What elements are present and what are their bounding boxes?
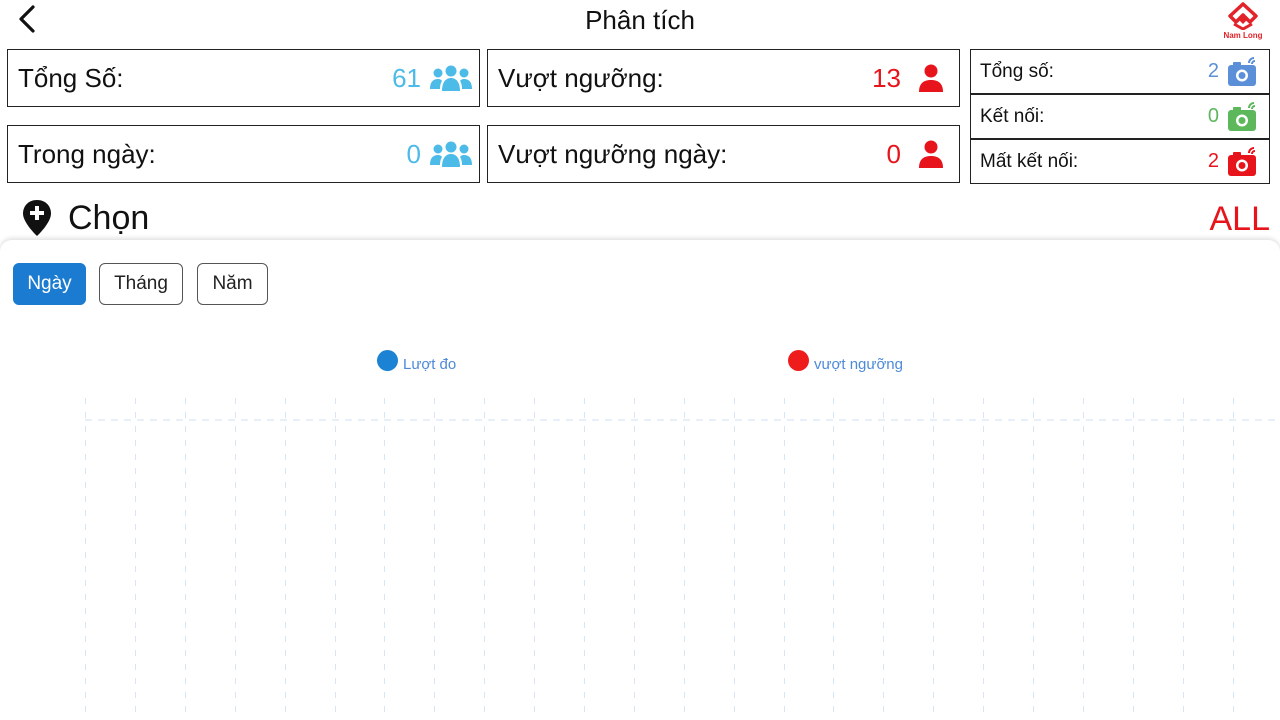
legend-label: Lượt đo <box>403 356 457 373</box>
tab-month[interactable]: Tháng <box>99 263 183 305</box>
app-header: Phân tích Nam Long <box>0 0 1280 44</box>
page-title: Phân tích <box>585 5 695 35</box>
stat-over-threshold[interactable]: Vượt ngưỡng: 13 <box>487 49 960 107</box>
camera-connected-value: 0 <box>1207 105 1219 127</box>
camera-icon <box>1225 145 1261 179</box>
user-icon <box>909 63 953 93</box>
stat-today-label: Trong ngày: <box>18 138 156 169</box>
chart-panel: Ngày Tháng Năm Lượt đo vượt ngưỡng <box>0 240 1280 720</box>
camera-disconnected[interactable]: Mất kết nối: 2 <box>970 139 1270 184</box>
stat-total-label: Tổng Số: <box>18 62 124 93</box>
users-group-icon <box>429 139 473 169</box>
stat-over-threshold-today-label: Vượt ngưỡng ngày: <box>498 138 728 169</box>
stat-over-threshold-today-value: 0 <box>886 138 901 169</box>
user-icon <box>909 139 953 169</box>
camera-icon <box>1225 100 1261 134</box>
brand-logo: Nam Long <box>1220 2 1266 42</box>
stat-today[interactable]: Trong ngày: 0 <box>7 125 480 183</box>
camera-icon <box>1225 55 1261 89</box>
stat-over-threshold-value: 13 <box>872 62 901 93</box>
stat-today-value: 0 <box>406 138 421 169</box>
legend-item-over-threshold: vượt ngưỡng <box>788 348 903 373</box>
camera-total-label: Tổng số: <box>980 60 1054 82</box>
logo-text: Nam Long <box>1223 31 1263 40</box>
location-filter-value[interactable]: ALL <box>1210 200 1271 239</box>
location-selector[interactable]: Chọn <box>20 198 149 238</box>
location-label: Chọn <box>68 198 150 237</box>
map-pin-add-icon <box>23 200 51 236</box>
legend-dot-red <box>788 350 809 371</box>
camera-total-value: 2 <box>1207 60 1219 82</box>
camera-total[interactable]: Tổng số: 2 <box>970 49 1270 94</box>
users-group-icon <box>429 63 473 93</box>
stat-total-value: 61 <box>392 62 421 93</box>
stat-over-threshold-today[interactable]: Vượt ngưỡng ngày: 0 <box>487 125 960 183</box>
nam-long-logo-icon <box>1228 2 1258 30</box>
legend-item-measurements: Lượt đo <box>377 348 456 373</box>
legend-label: vượt ngưỡng <box>814 356 903 373</box>
camera-connected[interactable]: Kết nối: 0 <box>970 94 1270 139</box>
stat-total[interactable]: Tổng Số: 61 <box>7 49 480 107</box>
stat-over-threshold-label: Vượt ngưỡng: <box>498 62 664 93</box>
camera-disconnected-label: Mất kết nối: <box>980 150 1079 172</box>
tab-year[interactable]: Năm <box>197 263 268 305</box>
line-chart <box>85 398 1280 720</box>
legend-dot-blue <box>377 350 398 371</box>
camera-connected-label: Kết nối: <box>980 105 1045 127</box>
tab-day[interactable]: Ngày <box>13 263 86 305</box>
camera-disconnected-value: 2 <box>1207 150 1219 172</box>
